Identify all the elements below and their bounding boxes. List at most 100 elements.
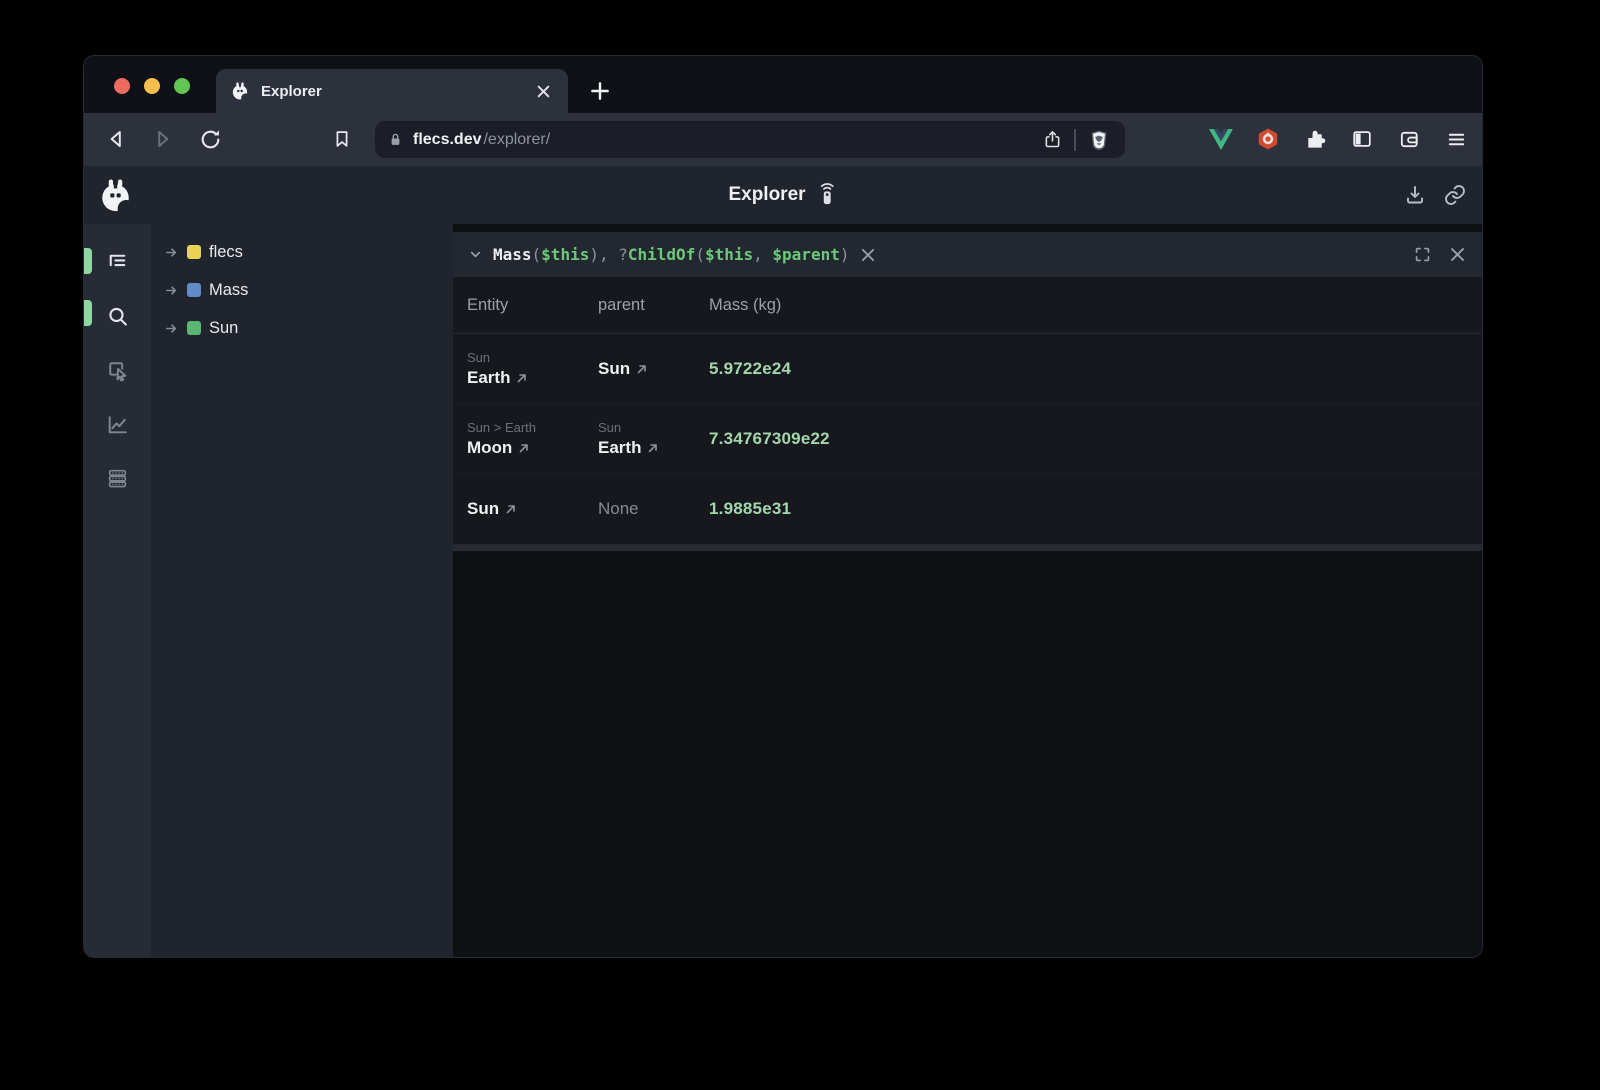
- entity-cell: Sun: [467, 499, 598, 519]
- page-title: Explorer: [728, 184, 805, 206]
- open-link-arrow-icon: [505, 503, 517, 515]
- browser-tab-explorer[interactable]: Explorer: [216, 69, 568, 113]
- url-bar[interactable]: flecs.dev /explorer/: [375, 121, 1125, 158]
- mass-value: 7.34767309e22: [709, 429, 1482, 449]
- minimize-window-button[interactable]: [144, 78, 160, 94]
- commands-icon[interactable]: [105, 465, 131, 491]
- menu-icon[interactable]: [1442, 125, 1470, 153]
- query-token: $parent: [772, 245, 839, 264]
- brave-shield-icon[interactable]: [1085, 126, 1113, 154]
- tree-item-mass[interactable]: Mass: [151, 271, 453, 309]
- traffic-lights: [114, 78, 190, 94]
- main-area: Mass($this), ?ChildOf($this, $parent): [453, 224, 1482, 957]
- entity-link[interactable]: Earth: [467, 368, 598, 388]
- tree-item-label: Mass: [209, 281, 248, 300]
- entity-path: Sun: [467, 350, 598, 365]
- tab-title: Explorer: [261, 83, 532, 100]
- remote-connection-icon[interactable]: [816, 182, 838, 208]
- query-token: Mass: [493, 245, 532, 264]
- entity-link[interactable]: Sun: [467, 499, 598, 519]
- query-token: $this: [541, 245, 589, 264]
- query-token: (: [695, 245, 705, 264]
- stats-chart-icon[interactable]: [105, 411, 131, 437]
- query-bar: Mass($this), ?ChildOf($this, $parent): [453, 232, 1482, 277]
- forward-icon[interactable]: [149, 125, 177, 153]
- open-link-arrow-icon: [647, 442, 659, 454]
- download-icon[interactable]: [1402, 182, 1428, 208]
- url-domain: flecs.dev: [413, 131, 481, 149]
- entity-tree-icon[interactable]: [105, 249, 131, 275]
- url-path: /explorer/: [483, 131, 550, 149]
- zoom-window-button[interactable]: [174, 78, 190, 94]
- flecs-favicon-icon: [230, 81, 250, 101]
- column-header-mass: Mass (kg): [709, 296, 1482, 315]
- fullscreen-icon[interactable]: [1411, 244, 1433, 266]
- open-link-arrow-icon: [518, 442, 530, 454]
- query-token: ),: [589, 245, 618, 264]
- new-tab-button[interactable]: [586, 77, 614, 105]
- entity-cell: Sun Earth: [467, 350, 598, 388]
- collapse-chevron-icon[interactable]: [466, 246, 484, 264]
- close-panel-icon[interactable]: [1446, 244, 1468, 266]
- parent-link[interactable]: Sun: [598, 359, 709, 379]
- app-content: flecs Mass Sun: [84, 224, 1482, 957]
- open-link-arrow-icon: [636, 363, 648, 375]
- vue-devtools-icon[interactable]: [1207, 125, 1235, 153]
- parent-link[interactable]: Earth: [598, 438, 709, 458]
- column-header-entity: Entity: [467, 296, 598, 315]
- query-token: ?: [618, 245, 628, 264]
- close-window-button[interactable]: [114, 78, 130, 94]
- parent-cell: Sun Earth: [598, 420, 709, 458]
- expand-arrow-icon[interactable]: [164, 321, 179, 336]
- entity-color-swatch: [187, 245, 201, 259]
- query-clear-icon[interactable]: [858, 245, 878, 265]
- entity-tree-panel: flecs Mass Sun: [151, 224, 453, 957]
- panel-bottom-border: [453, 544, 1482, 551]
- inspector-icon[interactable]: [105, 357, 131, 383]
- tree-item-sun[interactable]: Sun: [151, 309, 453, 347]
- column-header-parent: parent: [598, 296, 709, 315]
- extensions-puzzle-icon[interactable]: [1301, 125, 1329, 153]
- tree-item-label: Sun: [209, 319, 238, 338]
- entity-link[interactable]: Moon: [467, 438, 598, 458]
- sidebar-panel-icon[interactable]: [1348, 125, 1376, 153]
- query-token: (: [532, 245, 542, 264]
- tab-close-icon[interactable]: [532, 80, 554, 102]
- query-token: $this: [705, 245, 753, 264]
- browser-toolbar: flecs.dev /explorer/: [84, 113, 1482, 166]
- table-row: Sun > Earth Moon Sun Earth: [453, 404, 1482, 474]
- reload-icon[interactable]: [196, 125, 224, 153]
- back-icon[interactable]: [102, 125, 130, 153]
- share-icon[interactable]: [1039, 127, 1065, 153]
- icon-rail: [84, 224, 151, 957]
- parent-cell: None: [598, 499, 709, 519]
- lock-icon: [387, 131, 404, 148]
- parent-path: Sun: [598, 420, 709, 435]
- active-panel-pill-query: [84, 300, 92, 326]
- query-expression[interactable]: Mass($this), ?ChildOf($this, $parent): [493, 245, 849, 264]
- table-header-row: Entity parent Mass (kg): [453, 277, 1482, 334]
- table-row: Sun Earth Sun 5.9722e24: [453, 334, 1482, 404]
- entity-color-swatch: [187, 283, 201, 297]
- tree-item-label: flecs: [209, 243, 243, 262]
- hexagon-extension-icon[interactable]: [1254, 125, 1282, 153]
- search-icon[interactable]: [105, 303, 131, 329]
- browser-window: Explorer: [83, 55, 1483, 958]
- wallet-icon[interactable]: [1395, 125, 1423, 153]
- link-icon[interactable]: [1442, 182, 1468, 208]
- parent-none: None: [598, 499, 709, 519]
- query-token: ,: [753, 245, 772, 264]
- mass-value: 1.9885e31: [709, 499, 1482, 519]
- active-panel-pill-tree: [84, 248, 92, 274]
- expand-arrow-icon[interactable]: [164, 283, 179, 298]
- entity-cell: Sun > Earth Moon: [467, 420, 598, 458]
- expand-arrow-icon[interactable]: [164, 245, 179, 260]
- open-link-arrow-icon: [516, 372, 528, 384]
- query-panel: Mass($this), ?ChildOf($this, $parent): [453, 232, 1482, 551]
- entity-color-swatch: [187, 321, 201, 335]
- query-token: ): [840, 245, 850, 264]
- bookmark-icon[interactable]: [328, 125, 356, 153]
- tab-strip: Explorer: [84, 56, 1482, 113]
- table-row: Sun None 1.9885e31: [453, 474, 1482, 544]
- tree-item-flecs[interactable]: flecs: [151, 233, 453, 271]
